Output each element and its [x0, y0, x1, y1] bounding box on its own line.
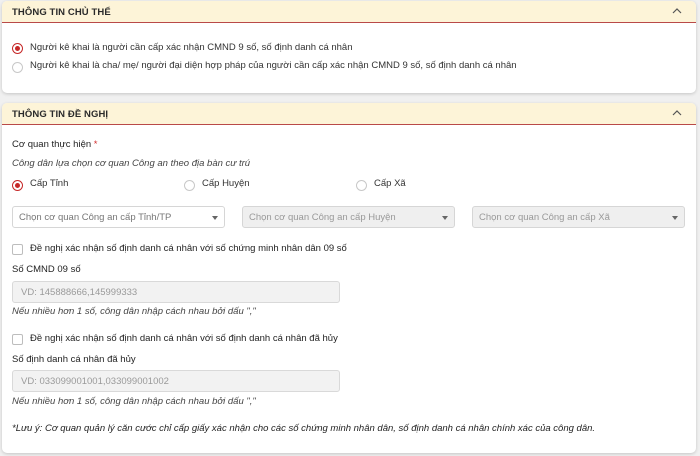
subject-info-header[interactable]: THÔNG TIN CHỦ THỂ — [2, 1, 696, 23]
agency-label: Cơ quan thực hiện * — [12, 139, 97, 150]
subject-info-title: THÔNG TIN CHỦ THỂ — [12, 7, 111, 18]
request-info-title: THÔNG TIN ĐỀ NGHỊ — [12, 109, 109, 120]
cmnd-checkbox-label[interactable]: Đề nghị xác nhận số định danh cá nhân vớ… — [30, 243, 347, 254]
chevron-up-icon[interactable] — [672, 109, 682, 117]
note-text: *Lưu ý: Cơ quan quản lý căn cước chỉ cấp… — [12, 423, 596, 434]
cmnd-input-placeholder: VD: 145888666,145999333 — [21, 287, 138, 298]
caret-down-icon — [212, 216, 218, 220]
caret-down-icon — [672, 216, 678, 220]
cancelled-id-input-placeholder: VD: 033099001001,033099001002 — [21, 376, 169, 387]
request-info-header[interactable]: THÔNG TIN ĐỀ NGHỊ — [2, 103, 696, 125]
radio-level-district-label[interactable]: Cấp Huyện — [202, 178, 250, 189]
radio-self-label[interactable]: Người kê khai là người cần cấp xác nhận … — [30, 42, 353, 53]
radio-guardian[interactable] — [12, 62, 23, 73]
commune-select[interactable]: Chọn cơ quan Công an cấp Xã — [472, 206, 685, 228]
agency-hint: Công dân lựa chọn cơ quan Công an theo đ… — [12, 158, 251, 169]
district-select[interactable]: Chọn cơ quan Công an cấp Huyện — [242, 206, 455, 228]
agency-label-text: Cơ quan thực hiện — [12, 139, 92, 150]
radio-level-commune[interactable] — [356, 180, 367, 191]
subject-info-panel: THÔNG TIN CHỦ THỂ Người kê khai là người… — [2, 1, 696, 93]
request-info-panel: THÔNG TIN ĐỀ NGHỊ Cơ quan thực hiện * Cô… — [2, 103, 696, 453]
district-select-text: Chọn cơ quan Công an cấp Huyện — [249, 212, 396, 223]
cmnd-checkbox[interactable] — [12, 244, 23, 255]
cancelled-id-field-label: Số định danh cá nhân đã hủy — [12, 354, 136, 365]
chevron-up-icon[interactable] — [672, 7, 682, 15]
cancelled-id-checkbox[interactable] — [12, 334, 23, 345]
cmnd-field-label: Số CMND 09 số — [12, 264, 81, 275]
required-mark: * — [93, 139, 98, 150]
radio-level-commune-label[interactable]: Cấp Xã — [374, 178, 406, 189]
radio-level-province-label[interactable]: Cấp Tỉnh — [30, 178, 68, 189]
radio-guardian-label[interactable]: Người kê khai là cha/ mẹ/ người đại diện… — [30, 60, 517, 71]
radio-self[interactable] — [12, 43, 23, 54]
province-select-text: Chọn cơ quan Công an cấp Tỉnh/TP — [19, 212, 172, 223]
caret-down-icon — [442, 216, 448, 220]
cancelled-id-input[interactable]: VD: 033099001001,033099001002 — [12, 370, 340, 392]
commune-select-text: Chọn cơ quan Công an cấp Xã — [479, 212, 610, 223]
radio-level-district[interactable] — [184, 180, 195, 191]
cmnd-input[interactable]: VD: 145888666,145999333 — [12, 281, 340, 303]
radio-level-province[interactable] — [12, 180, 23, 191]
cancelled-id-hint: Nếu nhiều hơn 1 số, công dân nhập cách n… — [12, 396, 256, 407]
cancelled-id-checkbox-label[interactable]: Đề nghị xác nhận số định danh cá nhân vớ… — [30, 333, 338, 344]
cmnd-hint: Nếu nhiều hơn 1 số, công dân nhập cách n… — [12, 306, 256, 317]
province-select[interactable]: Chọn cơ quan Công an cấp Tỉnh/TP — [12, 206, 225, 228]
